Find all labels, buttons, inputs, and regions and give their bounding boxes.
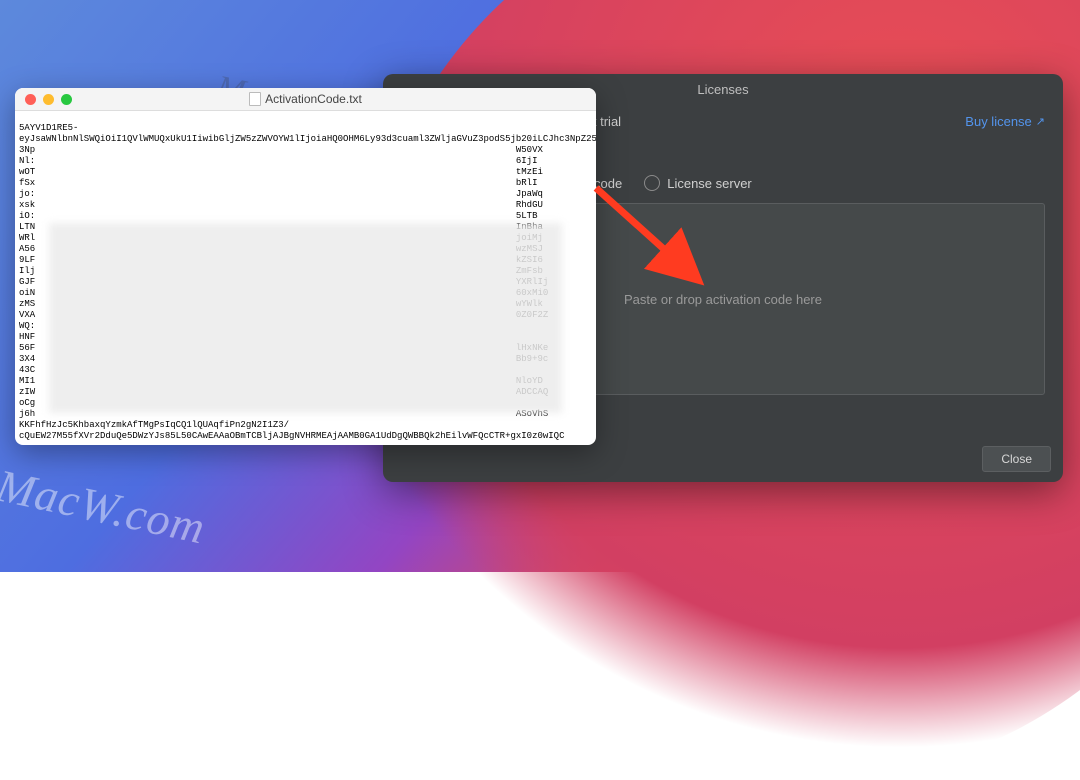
window-title: ActivationCode.txt: [15, 92, 596, 106]
link-label: Buy license: [965, 114, 1031, 129]
buy-license-link[interactable]: Buy license ↗: [965, 114, 1045, 129]
text-editor-window: ActivationCode.txt 5AYV1D1RE5- eyJsaWNlb…: [15, 88, 596, 445]
option-label: License server: [667, 176, 752, 191]
window-titlebar: ActivationCode.txt: [15, 88, 596, 111]
blurred-region: [49, 223, 562, 413]
radio-icon: [644, 175, 660, 191]
external-link-icon: ↗: [1036, 115, 1045, 128]
source-license-server[interactable]: License server: [644, 175, 752, 191]
filename-label: ActivationCode.txt: [265, 92, 362, 106]
close-button[interactable]: Close: [982, 446, 1051, 472]
placeholder-text: Paste or drop activation code here: [624, 292, 822, 307]
document-icon: [249, 92, 261, 106]
